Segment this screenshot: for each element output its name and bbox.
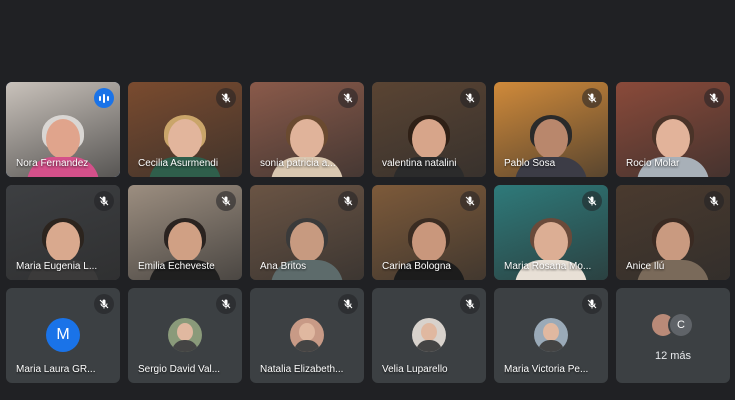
participant-tile[interactable]: Maria Victoria Pe... [494,288,608,383]
participant-avatar [412,318,446,352]
participant-name: Sergio David Val... [138,364,221,375]
participant-name: Maria Eugenia L... [16,261,98,272]
participant-avatar [168,318,202,352]
speaking-indicator-icon [94,88,114,108]
participant-tile[interactable]: Ana Britos [250,185,364,280]
participant-name: sonia patricia a... [260,158,336,169]
participant-tile[interactable]: Cecilia Asurmendi [128,82,242,177]
avatar-letter: M [56,326,70,343]
mic-off-icon [582,88,602,108]
participant-grid: Nora Fernandez Cecilia Asurmendi sonia pat… [6,82,730,383]
participant-tile[interactable]: Emilia Echeveste [128,185,242,280]
mic-off-icon [582,294,602,314]
participant-tile[interactable]: sonia patricia a... [250,82,364,177]
mic-off-icon [338,294,358,314]
participant-name: Ana Britos [260,261,307,272]
participant-tile[interactable]: Maria Eugenia L... [6,185,120,280]
mic-off-icon [94,191,114,211]
participant-tile[interactable]: Maria Rosana Mo... [494,185,608,280]
participant-tile[interactable]: Sergio David Val... [128,288,242,383]
participant-avatar-letter: C [670,314,692,336]
participant-name: Natalia Elizabeth... [260,364,344,375]
participant-name: Nora Fernandez [16,158,89,169]
participant-tile[interactable]: Pablo Sosa [494,82,608,177]
participant-name: Pablo Sosa [504,158,556,169]
participant-name: Maria Rosana Mo... [504,261,592,272]
mic-off-icon [704,191,724,211]
participant-name: Anice Ilú [626,261,665,272]
participant-name: Rocio Molar [626,158,680,169]
participant-avatar [534,318,568,352]
more-participants-avatars: C [652,314,702,336]
mic-off-icon [338,88,358,108]
participant-tile[interactable]: Anice Ilú [616,185,730,280]
more-participants-label: 12 más [654,350,692,362]
more-participants-tile[interactable]: C 12 más [616,288,730,383]
mic-off-icon [460,294,480,314]
participant-tile[interactable]: Velia Luparello [372,288,486,383]
participant-avatar [290,318,324,352]
participant-name: Carina Bologna [382,261,451,272]
participant-name: Emilia Echeveste [138,261,215,272]
mic-off-icon [704,88,724,108]
mic-off-icon [460,191,480,211]
participant-avatar: M [46,318,80,352]
participant-tile[interactable]: Nora Fernandez [6,82,120,177]
mic-off-icon [216,294,236,314]
participant-name: Velia Luparello [382,364,448,375]
participant-name: Maria Laura GR... [16,364,96,375]
mic-off-icon [582,191,602,211]
mic-off-icon [460,88,480,108]
participant-name: Maria Victoria Pe... [504,364,589,375]
participant-name: valentina natalini [382,158,457,169]
participant-tile[interactable]: M Maria Laura GR... [6,288,120,383]
participant-name: Cecilia Asurmendi [138,158,219,169]
mic-off-icon [216,191,236,211]
participant-tile[interactable]: Rocio Molar [616,82,730,177]
mic-off-icon [216,88,236,108]
mic-off-icon [338,191,358,211]
participant-tile[interactable]: Carina Bologna [372,185,486,280]
mic-off-icon [94,294,114,314]
participant-tile[interactable]: Natalia Elizabeth... [250,288,364,383]
participant-tile[interactable]: valentina natalini [372,82,486,177]
